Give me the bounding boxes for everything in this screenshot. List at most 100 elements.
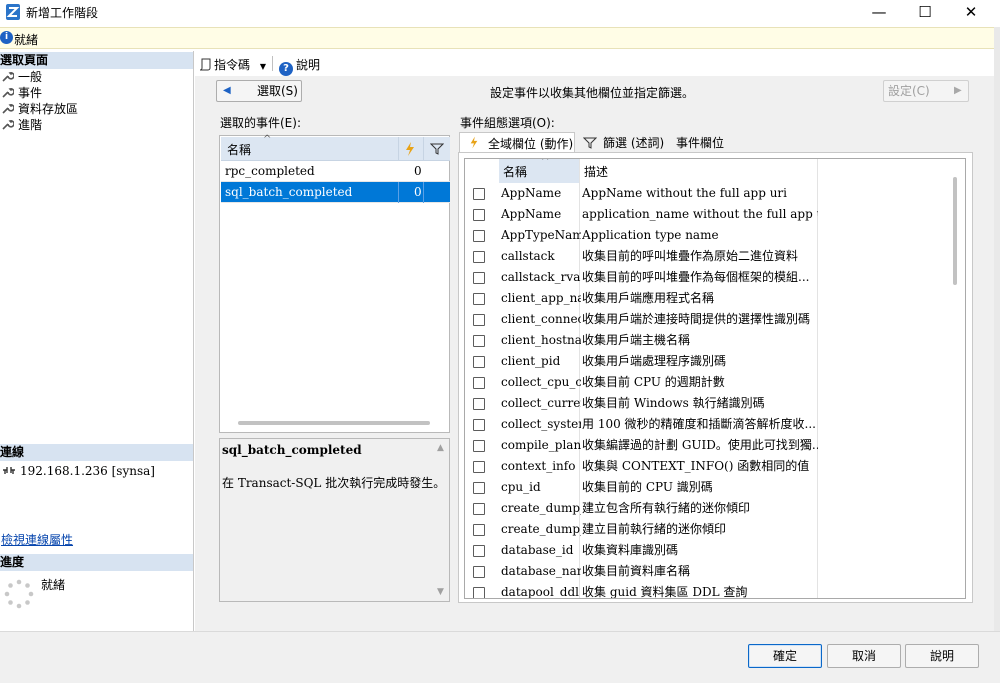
field-row[interactable]: datapool_ddl_...收集 guid 資料集區 DDL 查詢	[465, 582, 965, 599]
field-checkbox[interactable]	[473, 566, 485, 578]
field-name: callstack_rva	[501, 270, 581, 284]
status-bar: i 就緒	[0, 27, 1000, 49]
field-row[interactable]: client_pid 收集用戶端處理程序識別碼	[465, 351, 965, 372]
field-row[interactable]: cpu_id 收集目前的 CPU 識別碼	[465, 477, 965, 498]
field-checkbox[interactable]	[473, 209, 485, 221]
field-checkbox[interactable]	[473, 293, 485, 305]
tab-global-fields[interactable]: 全域欄位 (動作)	[459, 132, 575, 154]
horizontal-scrollbar[interactable]	[238, 421, 430, 425]
script-dropdown[interactable]: 指令碼 ▼	[199, 56, 266, 73]
field-description: 收集與 CONTEXT_INFO() 函數相同的值	[582, 459, 810, 473]
tab-event-fields[interactable]: 事件欄位	[676, 133, 724, 153]
tab-label: 事件欄位	[676, 136, 725, 150]
field-checkbox[interactable]	[473, 461, 485, 473]
lightning-icon	[406, 142, 414, 156]
field-row[interactable]: context_info 收集與 CONTEXT_INFO() 函數相同的值	[465, 456, 965, 477]
field-row[interactable]: client_connect...收集用戶端於連接時間提供的選擇性識別碼	[465, 309, 965, 330]
field-row[interactable]: client_app_na...收集用戶端應用程式名稱	[465, 288, 965, 309]
select-events-button[interactable]: ◀ 選取(S)	[216, 80, 302, 102]
page-item-events[interactable]: 事件	[2, 85, 42, 101]
event-count: 0	[414, 185, 422, 199]
field-checkbox[interactable]	[473, 587, 485, 598]
lightning-icon	[470, 136, 478, 149]
field-row[interactable]: create_dump_...建立包含所有執行緒的迷你傾印	[465, 498, 965, 519]
field-checkbox[interactable]	[473, 503, 485, 515]
field-name: AppName	[501, 186, 562, 200]
info-icon: i	[0, 31, 13, 44]
field-name: datapool_ddl_...	[501, 585, 581, 599]
field-checkbox[interactable]	[473, 482, 485, 494]
field-checkbox[interactable]	[473, 251, 485, 263]
field-row[interactable]: callstack_rva 收集目前的呼叫堆疊作為每個框架的模組...	[465, 267, 965, 288]
view-connection-properties-link[interactable]: 檢視連線屬性	[1, 531, 73, 548]
event-row[interactable]: rpc_completed 0	[221, 161, 450, 182]
field-row[interactable]: database_name收集目前資料庫名稱	[465, 561, 965, 582]
connection-value: 192.168.1.236 [synsa]	[20, 464, 155, 478]
events-grid-header: 名稱 ^	[221, 134, 450, 161]
field-row[interactable]: collect_cpu_c...收集目前 CPU 的週期計數	[465, 372, 965, 393]
field-description: 收集目前 CPU 的週期計數	[582, 375, 725, 389]
close-button[interactable]: ✕	[948, 0, 994, 26]
event-description-panel: sql_batch_completed 在 Transact-SQL 批次執行完…	[219, 438, 450, 602]
scroll-down-icon[interactable]: ▼	[437, 587, 444, 597]
field-name: create_dump_...	[501, 522, 581, 536]
maximize-button[interactable]: ☐	[902, 0, 948, 26]
title-bar: 新增工作階段 — ☐ ✕	[0, 0, 1000, 26]
configure-button-label: 設定(C)	[888, 84, 930, 98]
field-row[interactable]: create_dump_...建立目前執行緒的迷你傾印	[465, 519, 965, 540]
field-checkbox[interactable]	[473, 524, 485, 536]
field-description: 收集用戶端應用程式名稱	[582, 291, 715, 305]
fields-grid-header-name[interactable]: 名稱 ^	[499, 159, 579, 183]
field-row[interactable]: compile_plan...收集編譯過的計劃 GUID。使用此可找到獨...	[465, 435, 965, 456]
field-row[interactable]: database_id 收集資料庫識別碼	[465, 540, 965, 561]
page-item-data-storage[interactable]: 資料存放區	[2, 101, 78, 117]
field-checkbox[interactable]	[473, 419, 485, 431]
field-name: collect_cpu_c...	[501, 375, 581, 389]
app-icon	[6, 4, 20, 20]
field-checkbox[interactable]	[473, 398, 485, 410]
field-row[interactable]: collect_curren...收集目前 Windows 執行緒識別碼	[465, 393, 965, 414]
scroll-up-icon[interactable]: ▲	[437, 443, 444, 453]
configure-button[interactable]: 設定(C) ▶	[883, 80, 969, 102]
help-footer-button[interactable]: 說明	[905, 644, 979, 668]
field-row[interactable]: callstack 收集目前的呼叫堆疊作為原始二進位資料	[465, 246, 965, 267]
field-description: 建立包含所有執行緒的迷你傾印	[582, 501, 751, 515]
description-text: 在 Transact-SQL 批次執行完成時發生。	[222, 476, 446, 490]
filter-icon	[430, 143, 444, 155]
events-column-name[interactable]: 名稱	[227, 141, 251, 158]
field-checkbox[interactable]	[473, 377, 485, 389]
event-row-selected[interactable]: sql_batch_completed 0	[221, 182, 450, 203]
script-icon	[199, 58, 211, 71]
selected-events-list[interactable]: 名稱 ^ rpc_completed 0 sql_batch_completed…	[219, 134, 450, 433]
field-checkbox[interactable]	[473, 335, 485, 347]
field-row[interactable]: client_hostname收集用戶端主機名稱	[465, 330, 965, 351]
field-checkbox[interactable]	[473, 440, 485, 452]
field-row[interactable]: AppName AppName without the full app uri	[465, 183, 965, 204]
field-name: collect_curren...	[501, 396, 581, 410]
tab-filter[interactable]: 篩選 (述詞)	[582, 133, 664, 153]
left-pane: 選取頁面 一般 事件 資料存放區 進階 連線 192.168.1.236 [sy…	[0, 51, 194, 631]
global-fields-grid[interactable]: 名稱 ^ 描述 AppName AppName without the full …	[464, 158, 966, 599]
field-checkbox[interactable]	[473, 188, 485, 200]
page-item-general[interactable]: 一般	[2, 69, 42, 85]
minimize-button[interactable]: —	[856, 0, 902, 26]
vertical-scrollbar[interactable]	[953, 177, 957, 285]
page-item-advanced[interactable]: 進階	[2, 117, 42, 133]
fields-column-desc[interactable]: 描述	[584, 163, 608, 180]
help-button[interactable]: ? 說明	[279, 56, 320, 76]
field-checkbox[interactable]	[473, 314, 485, 326]
connection-header: 連線	[0, 444, 193, 461]
field-checkbox[interactable]	[473, 356, 485, 368]
field-checkbox[interactable]	[473, 230, 485, 242]
ok-button[interactable]: 確定	[748, 644, 822, 668]
cancel-button[interactable]: 取消	[827, 644, 901, 668]
field-row[interactable]: AppTypeNameApplication type name	[465, 225, 965, 246]
field-row[interactable]: AppName application_name without the full…	[465, 204, 965, 225]
arrow-left-icon: ◀	[223, 85, 231, 96]
progress-header: 進度	[0, 554, 193, 571]
wrench-icon	[2, 72, 14, 82]
field-row[interactable]: collect_system...用 100 微秒的精確度和插斷滴答解析度收..…	[465, 414, 965, 435]
field-description: 用 100 微秒的精確度和插斷滴答解析度收...	[582, 417, 816, 431]
field-checkbox[interactable]	[473, 272, 485, 284]
field-checkbox[interactable]	[473, 545, 485, 557]
